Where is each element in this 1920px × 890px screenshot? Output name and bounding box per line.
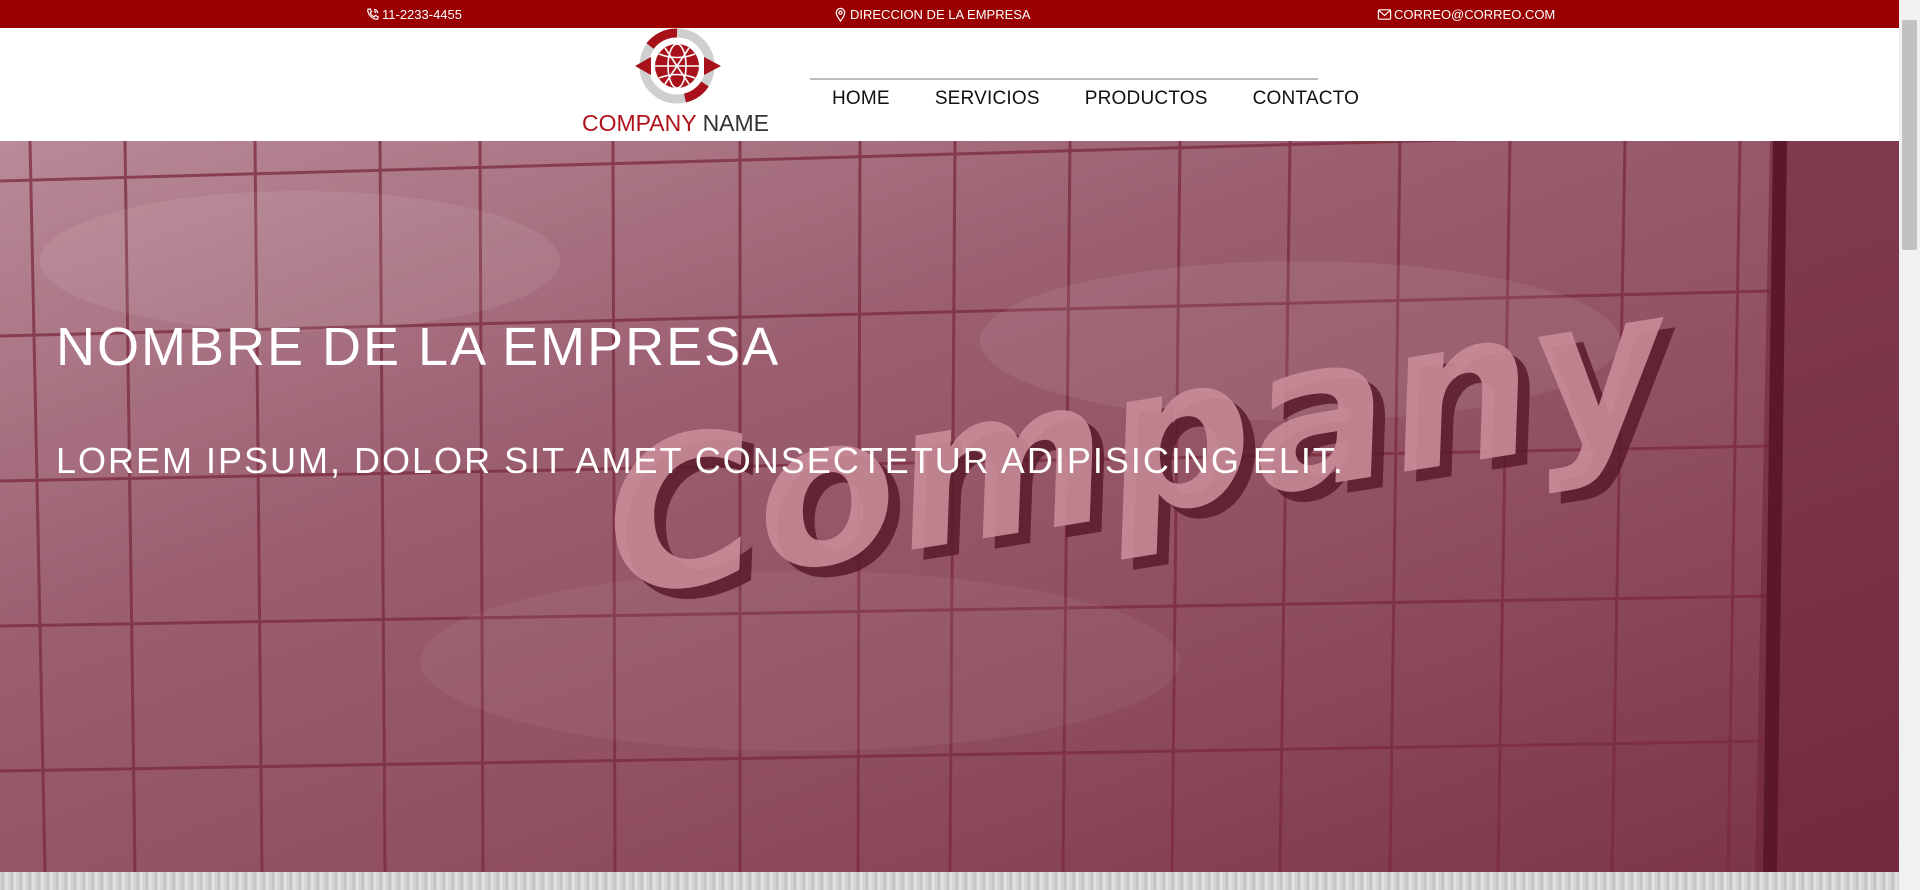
phone-icon — [364, 6, 380, 22]
email-text: CORREO@CORREO.COM — [1394, 6, 1556, 22]
envelope-icon — [1376, 6, 1392, 22]
nav-item-home[interactable]: HOME — [832, 88, 890, 110]
nav-item-contacto[interactable]: CONTACTO — [1253, 88, 1359, 110]
phone-text: 11-2233-4455 — [382, 6, 462, 22]
email-contact[interactable]: CORREO@CORREO.COM — [1376, 0, 1555, 28]
phone-contact[interactable]: 11-2233-4455 — [364, 0, 462, 28]
hero-subtitle: LOREM IPSUM, DOLOR SIT AMET CONSECTETUR … — [56, 440, 1345, 481]
site-header: COMPANY NAME HOME SERVICIOS PRODUCTOS CO… — [0, 28, 1899, 141]
scrollbar-thumb[interactable] — [1902, 20, 1917, 250]
top-info-bar: 11-2233-4455 DIRECCION DE LA EMPRESA COR… — [0, 0, 1899, 28]
main-nav: HOME SERVICIOS PRODUCTOS CONTACTO — [810, 78, 1359, 130]
address-text: DIRECCION DE LA EMPRESA — [850, 6, 1031, 22]
nav-item-servicios[interactable]: SERVICIOS — [935, 88, 1040, 110]
stone-texture-strip — [0, 872, 1899, 890]
address-contact[interactable]: DIRECCION DE LA EMPRESA — [832, 0, 1031, 28]
map-pin-icon — [832, 6, 848, 22]
page-scrollbar[interactable] — [1899, 0, 1920, 890]
hero-title: NOMBRE DE LA EMPRESA — [56, 317, 781, 377]
company-logo[interactable]: COMPANY NAME — [580, 28, 770, 138]
building-background-image: Company Company — [0, 141, 1899, 872]
globe-logo-icon — [635, 28, 721, 104]
hero-banner: Company Company NOMBRE DE LA EMPRESA LOR… — [0, 141, 1899, 872]
nav-item-productos[interactable]: PRODUCTOS — [1085, 88, 1208, 110]
logo-text: COMPANY NAME — [582, 110, 770, 136]
